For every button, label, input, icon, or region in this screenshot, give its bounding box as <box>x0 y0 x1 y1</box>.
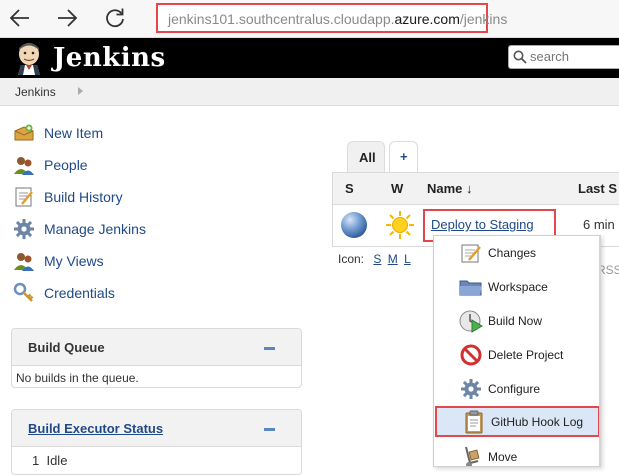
build-history-icon <box>13 186 35 208</box>
icon-size-large[interactable]: L <box>404 252 411 266</box>
search-input[interactable]: search <box>530 49 569 64</box>
build-queue-pane: Build Queue No builds in the queue. <box>11 328 302 388</box>
url-text: jenkins101.southcentralus.cloudapp.azure… <box>168 11 508 27</box>
menu-item-delete-project[interactable]: Delete Project <box>434 340 599 370</box>
refresh-button[interactable] <box>100 4 130 32</box>
sunny-weather-icon <box>386 211 414 239</box>
build-queue-empty-text: No builds in the queue. <box>16 371 139 385</box>
key-icon <box>13 282 35 304</box>
gear-icon <box>13 218 35 240</box>
menu-item-label: Configure <box>488 382 541 396</box>
search-icon <box>513 50 527 64</box>
executor-row: 1 Idle <box>12 447 301 468</box>
column-last-success[interactable]: Last S <box>578 181 617 196</box>
new-item-icon <box>13 122 35 144</box>
back-arrow-icon <box>9 9 29 27</box>
task-label[interactable]: New Item <box>44 125 103 141</box>
address-bar[interactable]: jenkins101.southcentralus.cloudapp.azure… <box>156 3 507 33</box>
folder-icon <box>459 275 483 299</box>
executor-status-title[interactable]: Build Executor Status <box>28 421 163 436</box>
task-build-history[interactable]: Build History <box>13 185 123 209</box>
clock-play-icon <box>459 309 483 333</box>
people-icon <box>13 250 35 272</box>
tab-label: All <box>359 150 376 165</box>
menu-item-build-now[interactable]: Build Now <box>434 306 599 336</box>
forward-button[interactable] <box>52 4 82 32</box>
no-entry-icon <box>459 343 483 367</box>
notepad-icon <box>459 241 483 265</box>
clipboard-icon <box>462 410 486 434</box>
menu-item-configure[interactable]: Configure <box>434 374 599 404</box>
menu-item-label: GitHub Hook Log <box>491 414 584 429</box>
browser-toolbar: jenkins101.southcentralus.cloudapp.azure… <box>0 0 619 38</box>
build-queue-title: Build Queue <box>28 340 105 355</box>
executor-status: Idle <box>46 453 68 468</box>
hand-truck-icon <box>459 445 483 466</box>
job-link-deploy-to-staging[interactable]: Deploy to Staging <box>431 217 534 232</box>
menu-item-label: Build Now <box>488 314 543 328</box>
task-label[interactable]: Manage Jenkins <box>44 221 146 237</box>
tab-all[interactable]: All <box>347 141 385 173</box>
icon-size-label: Icon: <box>338 252 365 266</box>
table-header: S W Name ↓ Last S <box>333 173 619 205</box>
task-new-item[interactable]: New Item <box>13 121 103 145</box>
executor-status-header: Build Executor Status <box>12 410 301 447</box>
forward-arrow-icon <box>58 9 78 27</box>
jenkins-header: Jenkins search <box>0 38 619 78</box>
task-credentials[interactable]: Credentials <box>13 281 115 305</box>
menu-item-move[interactable]: Move <box>434 442 599 466</box>
task-manage-jenkins[interactable]: Manage Jenkins <box>13 217 146 241</box>
menu-item-label: Move <box>488 450 518 464</box>
jenkins-title[interactable]: Jenkins <box>53 43 166 73</box>
executor-status-pane: Build Executor Status 1 Idle <box>11 409 302 475</box>
refresh-icon <box>106 8 124 28</box>
job-context-menu: Changes Workspace Build Now Delete Proje… <box>433 235 601 467</box>
breadcrumb-arrow-icon[interactable] <box>78 87 83 95</box>
column-status[interactable]: S <box>345 181 354 196</box>
collapse-icon[interactable] <box>264 428 275 431</box>
breadcrumb: Jenkins <box>0 78 619 106</box>
menu-item-label: Delete Project <box>488 348 564 362</box>
icon-size-small[interactable]: S <box>373 252 381 266</box>
menu-item-workspace[interactable]: Workspace <box>434 272 599 302</box>
last-success-value: 6 min <box>583 217 615 232</box>
task-label[interactable]: Build History <box>44 189 123 205</box>
task-label[interactable]: Credentials <box>44 285 115 301</box>
gear-icon <box>459 377 483 401</box>
menu-item-label: Workspace <box>488 280 548 294</box>
executor-index: 1 <box>32 453 40 468</box>
menu-item-label: Changes <box>488 246 537 260</box>
back-button[interactable] <box>5 4 35 32</box>
breadcrumb-item-jenkins[interactable]: Jenkins <box>15 85 56 99</box>
task-my-views[interactable]: My Views <box>13 249 104 273</box>
task-label[interactable]: People <box>44 157 88 173</box>
task-label[interactable]: My Views <box>44 253 104 269</box>
tab-label: + <box>400 149 408 164</box>
menu-item-github-hook-log[interactable]: GitHub Hook Log <box>435 406 599 437</box>
icon-size-medium[interactable]: M <box>388 252 398 266</box>
jenkins-logo-icon[interactable] <box>12 41 46 75</box>
build-queue-header: Build Queue <box>12 329 301 366</box>
icon-size-selector: Icon: S M L <box>338 252 411 266</box>
collapse-icon[interactable] <box>264 347 275 350</box>
search-box[interactable]: search <box>508 45 619 69</box>
task-people[interactable]: People <box>13 153 88 177</box>
tab-add-view[interactable]: + <box>389 141 418 173</box>
menu-item-changes[interactable]: Changes <box>434 238 599 268</box>
column-name[interactable]: Name ↓ <box>427 181 473 196</box>
status-blue-ball-icon <box>341 212 367 238</box>
column-weather[interactable]: W <box>391 181 403 196</box>
people-icon <box>13 154 35 176</box>
